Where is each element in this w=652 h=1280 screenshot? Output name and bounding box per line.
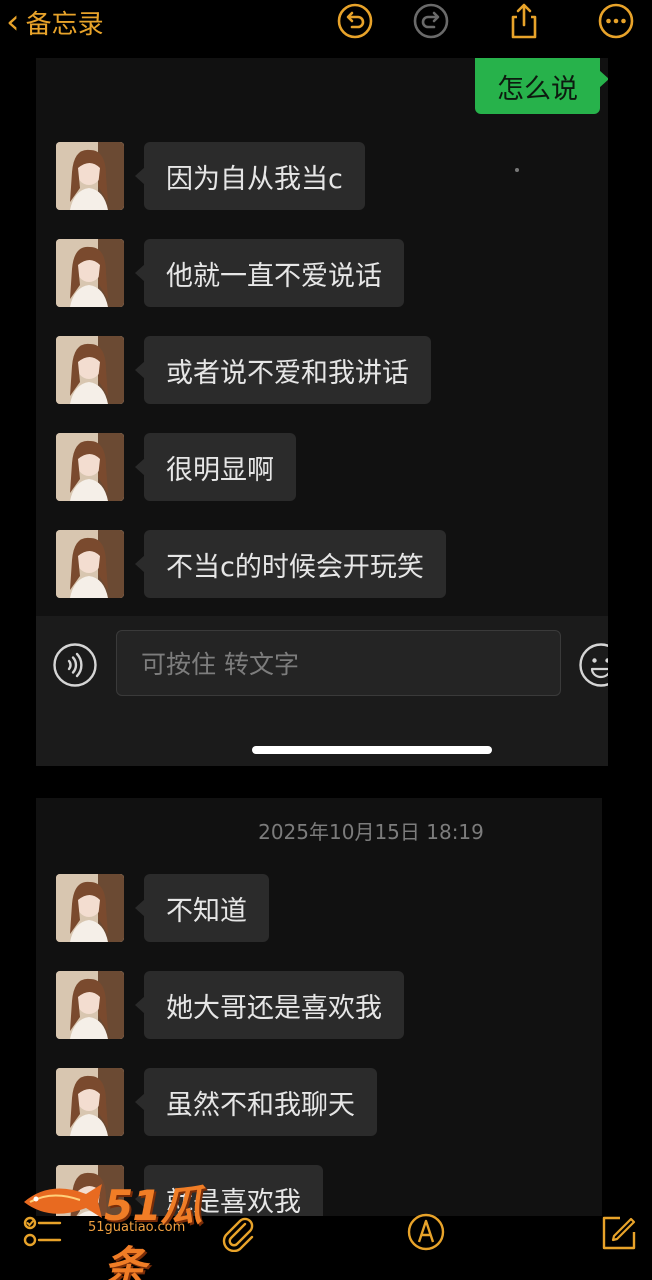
message-bubble: 他就一直不爱说话 bbox=[135, 239, 404, 307]
home-indicator bbox=[252, 746, 492, 754]
chat-message: 不知道 bbox=[56, 874, 269, 942]
site-watermark: 51瓜条 51guatiao.com bbox=[20, 1172, 230, 1280]
avatar bbox=[56, 336, 124, 404]
share-icon[interactable] bbox=[505, 2, 543, 40]
chat-timestamp: 2025年10月15日 18:19 bbox=[258, 820, 484, 844]
notes-toolbar: ‹ 备忘录 bbox=[0, 0, 652, 48]
chat-message: 不当c的时候会开玩笑 bbox=[56, 530, 446, 598]
voice-icon[interactable] bbox=[52, 642, 98, 688]
message-bubble: 她大哥还是喜欢我 bbox=[135, 971, 404, 1039]
chat-message: 很明显啊 bbox=[56, 433, 296, 501]
avatar bbox=[56, 971, 124, 1039]
chat-message: 她大哥还是喜欢我 bbox=[56, 971, 404, 1039]
my-message-bubble: 怎么说 bbox=[475, 58, 608, 114]
more-icon[interactable] bbox=[597, 2, 635, 40]
undo-icon[interactable] bbox=[336, 2, 374, 40]
message-bubble: 或者说不爱和我讲话 bbox=[135, 336, 431, 404]
message-bubble: 不当c的时候会开玩笑 bbox=[135, 530, 446, 598]
dust-speck bbox=[515, 168, 519, 172]
chat-screenshot-1: 怎么说 因为自从我当c 他就一直不爱说话 或者说不爱和我讲话 很明显啊 不当c的… bbox=[36, 58, 608, 766]
avatar bbox=[56, 530, 124, 598]
emoji-icon[interactable] bbox=[578, 642, 608, 688]
avatar bbox=[56, 433, 124, 501]
markup-icon[interactable] bbox=[406, 1212, 446, 1252]
chat-message: 因为自从我当c bbox=[56, 142, 365, 210]
message-bubble: 不知道 bbox=[135, 874, 269, 942]
message-bubble: 很明显啊 bbox=[135, 433, 296, 501]
avatar bbox=[56, 142, 124, 210]
chevron-left-icon: ‹ bbox=[6, 2, 20, 42]
message-input[interactable]: 可按住 转文字 bbox=[116, 630, 561, 696]
redo-icon[interactable] bbox=[412, 2, 450, 40]
chat-input-bar: 可按住 转文字 bbox=[36, 616, 608, 766]
chat-screenshot-2: 2025年10月15日 18:19 不知道 她大哥还是喜欢我 虽然不和我聊天 就… bbox=[36, 798, 602, 1216]
avatar bbox=[56, 874, 124, 942]
chat-message: 他就一直不爱说话 bbox=[56, 239, 404, 307]
message-bubble: 虽然不和我聊天 bbox=[135, 1068, 377, 1136]
back-button[interactable]: ‹ 备忘录 bbox=[6, 2, 104, 42]
message-bubble: 因为自从我当c bbox=[135, 142, 365, 210]
avatar bbox=[56, 1068, 124, 1136]
watermark-url: 51guatiao.com bbox=[88, 1220, 186, 1235]
chat-message: 虽然不和我聊天 bbox=[56, 1068, 377, 1136]
compose-icon[interactable] bbox=[598, 1212, 638, 1252]
chat-message: 或者说不爱和我讲话 bbox=[56, 336, 431, 404]
fish-logo bbox=[24, 1184, 102, 1218]
back-label: 备忘录 bbox=[25, 9, 104, 40]
avatar bbox=[56, 239, 124, 307]
